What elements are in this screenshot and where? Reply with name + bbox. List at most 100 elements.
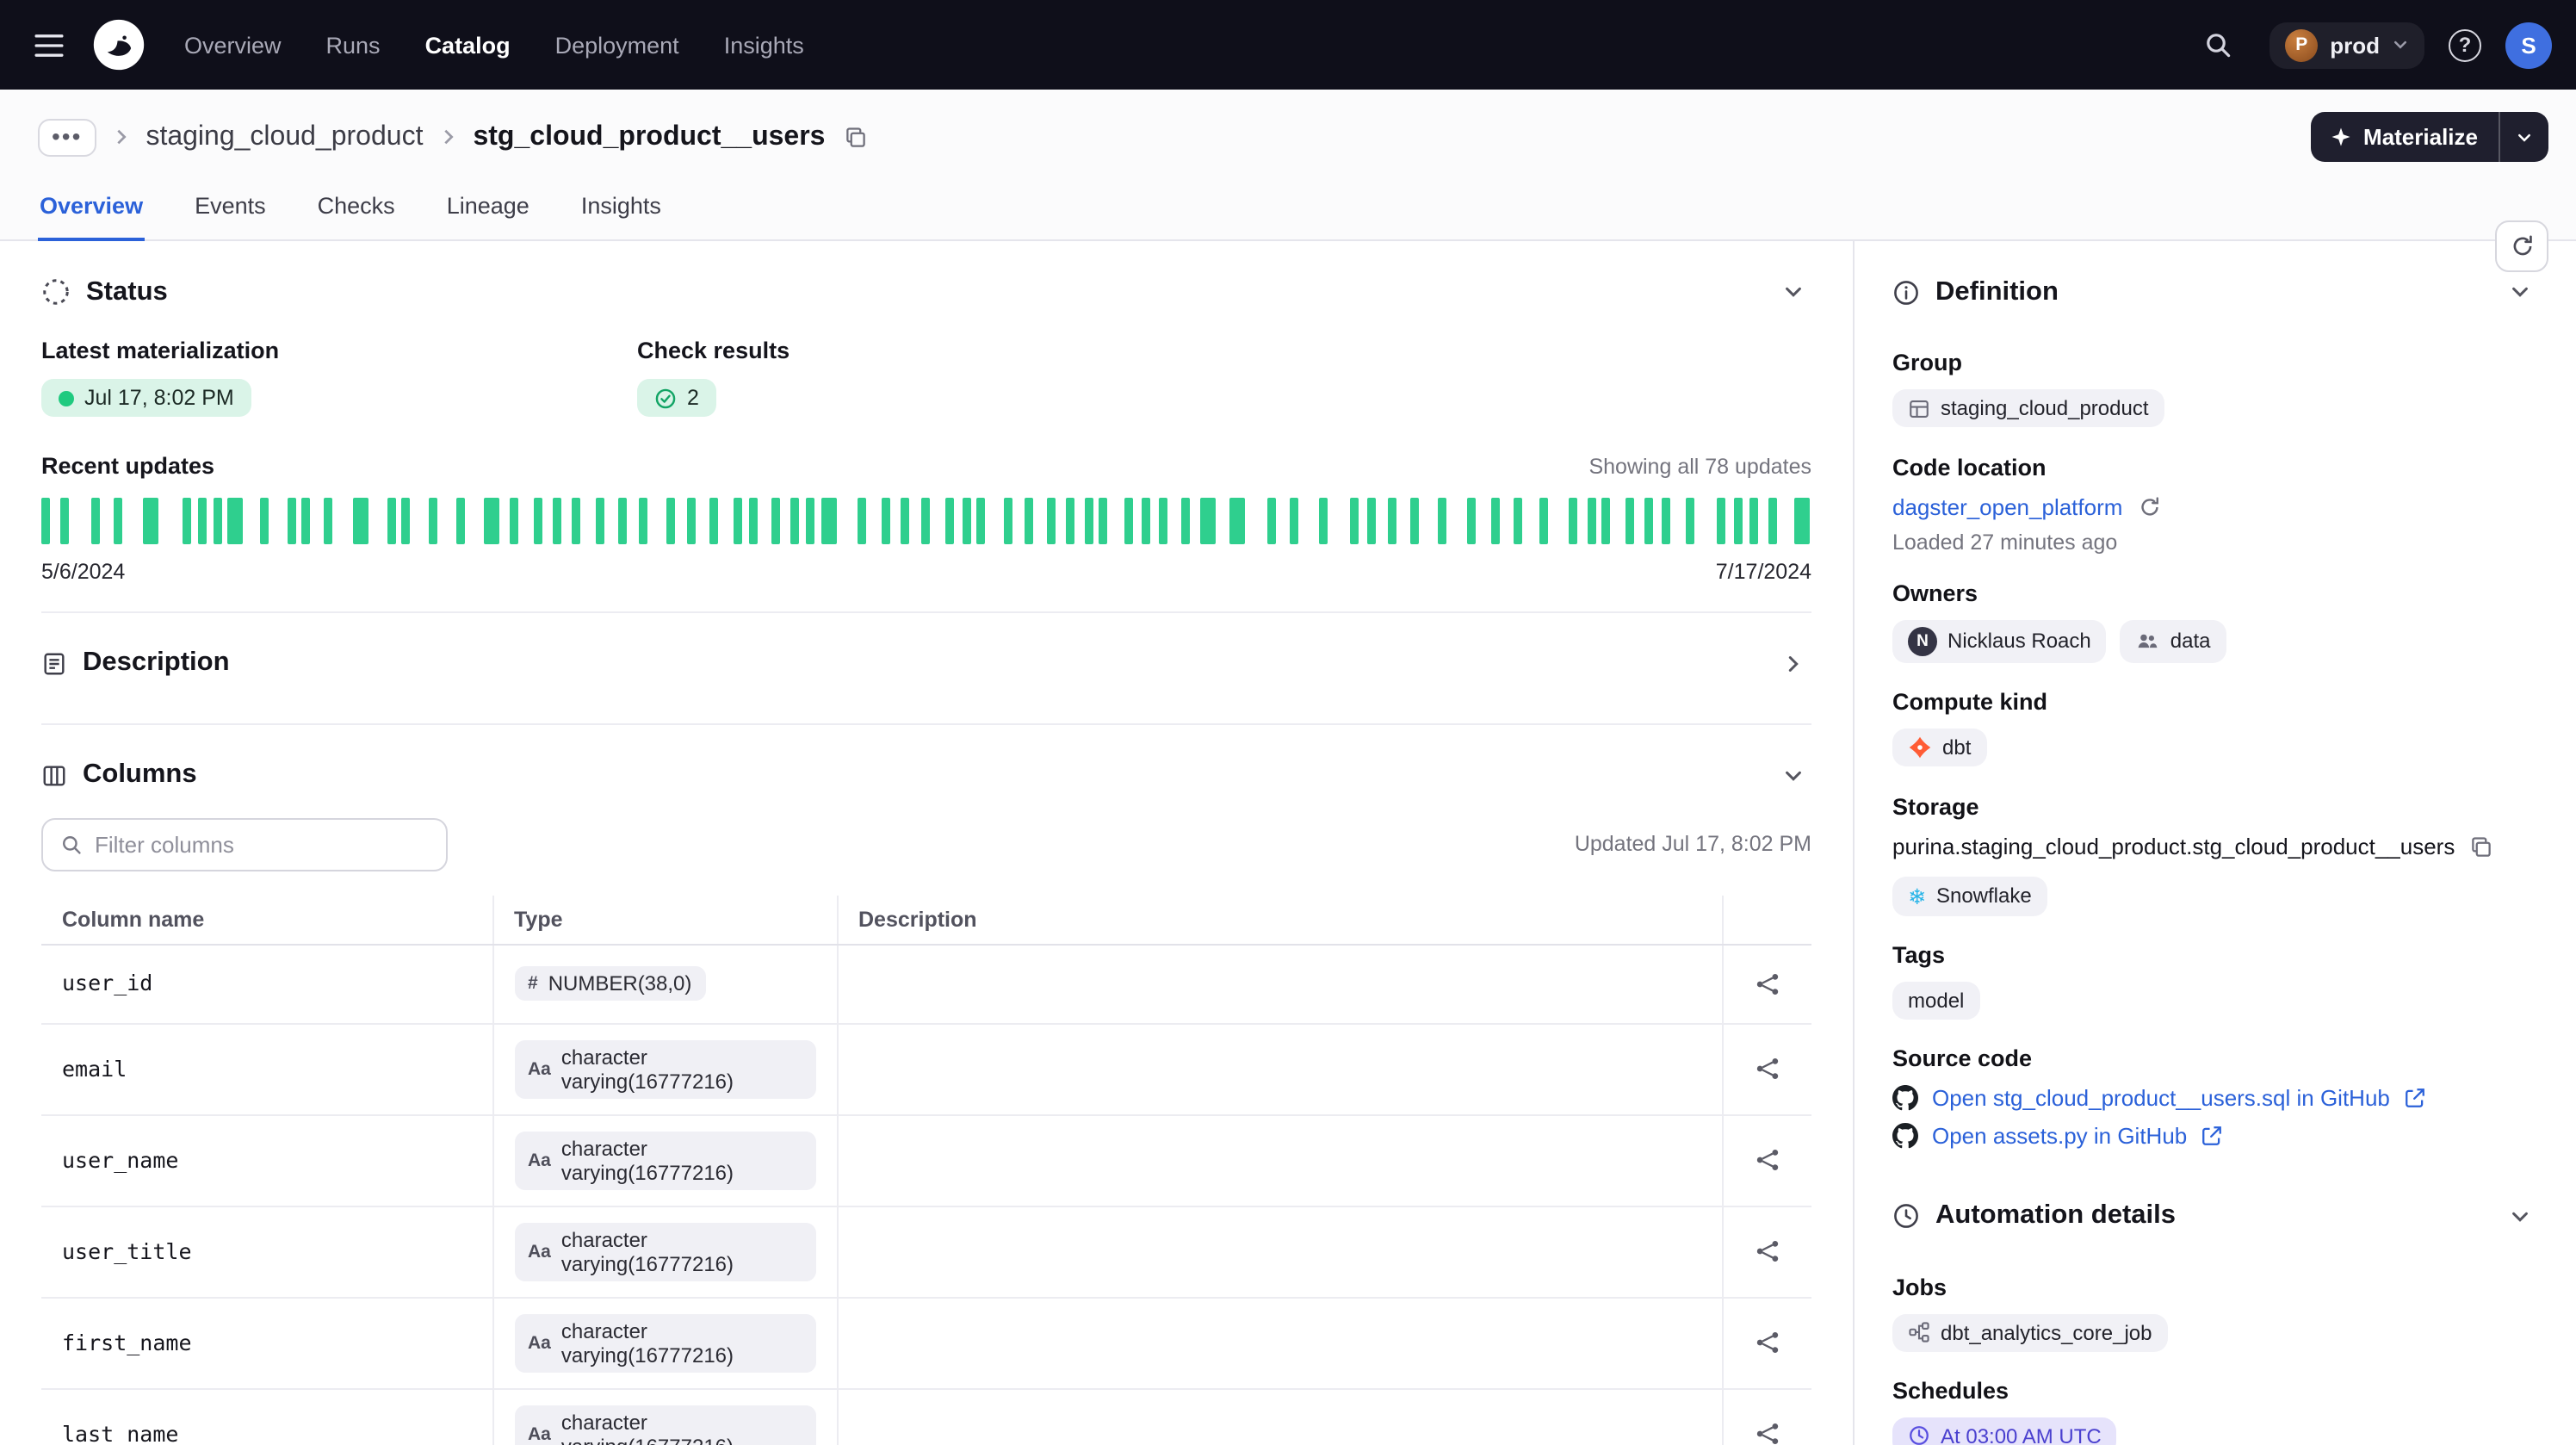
update-tick[interactable] <box>456 497 465 543</box>
update-tick[interactable] <box>596 497 604 543</box>
update-tick[interactable] <box>60 497 69 543</box>
update-tick[interactable] <box>963 497 971 543</box>
update-tick[interactable] <box>1438 497 1446 543</box>
update-tick[interactable] <box>1601 497 1610 543</box>
copy-asset-name-button[interactable] <box>840 121 871 152</box>
filter-columns-input[interactable] <box>95 831 429 857</box>
update-tick[interactable] <box>1389 497 1397 543</box>
latest-materialization-badge[interactable]: Jul 17, 8:02 PM <box>41 379 251 417</box>
update-tick[interactable] <box>734 497 742 543</box>
update-tick[interactable] <box>822 497 838 543</box>
schedule-badge[interactable]: At 03:00 AM UTC <box>1892 1417 2117 1445</box>
column-lineage-button[interactable] <box>1744 960 1791 1007</box>
update-tick[interactable] <box>573 497 581 543</box>
update-tick[interactable] <box>554 497 562 543</box>
check-results-badge[interactable]: 2 <box>637 379 716 417</box>
search-button[interactable] <box>2190 17 2245 72</box>
description-expand-chevron[interactable] <box>1775 645 1811 681</box>
update-tick[interactable] <box>805 497 814 543</box>
update-tick[interactable] <box>1626 497 1635 543</box>
update-tick[interactable] <box>1514 497 1522 543</box>
update-tick[interactable] <box>710 497 719 543</box>
update-tick[interactable] <box>1004 497 1012 543</box>
update-tick[interactable] <box>771 497 780 543</box>
update-tick[interactable] <box>1229 497 1244 543</box>
nav-item-deployment[interactable]: Deployment <box>555 32 679 58</box>
update-tick[interactable] <box>1181 497 1190 543</box>
materialize-button[interactable]: Materialize <box>2310 112 2499 162</box>
code-location-link[interactable]: dagster_open_platform <box>1892 493 2122 519</box>
update-tick[interactable] <box>1047 497 1056 543</box>
tab-lineage[interactable]: Lineage <box>445 177 531 241</box>
materialize-options-button[interactable] <box>2499 112 2548 162</box>
update-tick[interactable] <box>324 497 332 543</box>
update-tick[interactable] <box>1795 497 1811 543</box>
copy-storage-button[interactable] <box>2467 833 2494 860</box>
column-lineage-button[interactable] <box>1744 1045 1791 1092</box>
update-tick[interactable] <box>749 497 758 543</box>
update-tick[interactable] <box>686 497 695 543</box>
update-tick[interactable] <box>535 497 543 543</box>
update-tick[interactable] <box>114 497 122 543</box>
update-tick[interactable] <box>638 497 647 543</box>
update-tick[interactable] <box>1025 497 1033 543</box>
tab-checks[interactable]: Checks <box>316 177 397 241</box>
hamburger-menu-button[interactable] <box>21 20 77 70</box>
tab-events[interactable]: Events <box>193 177 268 241</box>
breadcrumb-group[interactable]: staging_cloud_product <box>146 121 423 152</box>
update-tick[interactable] <box>1368 497 1377 543</box>
update-tick[interactable] <box>1663 497 1671 543</box>
update-tick[interactable] <box>353 497 368 543</box>
update-tick[interactable] <box>946 497 955 543</box>
update-tick[interactable] <box>1540 497 1549 543</box>
update-tick[interactable] <box>1291 497 1299 543</box>
update-tick[interactable] <box>510 497 518 543</box>
update-tick[interactable] <box>1320 497 1328 543</box>
update-tick[interactable] <box>259 497 268 543</box>
update-tick[interactable] <box>199 497 207 543</box>
update-tick[interactable] <box>617 497 626 543</box>
update-tick[interactable] <box>666 497 675 543</box>
update-tick[interactable] <box>1717 497 1725 543</box>
storage-kind-badge[interactable]: ❄ Snowflake <box>1892 876 2047 915</box>
reload-code-location-button[interactable] <box>2136 493 2162 519</box>
update-tick[interactable] <box>858 497 866 543</box>
columns-collapse-chevron[interactable] <box>1775 757 1811 793</box>
update-tick[interactable] <box>1569 497 1577 543</box>
update-tick[interactable] <box>1587 497 1595 543</box>
update-tick[interactable] <box>213 497 221 543</box>
tab-insights[interactable]: Insights <box>579 177 663 241</box>
update-tick[interactable] <box>302 497 311 543</box>
dagster-logo[interactable] <box>91 17 146 72</box>
tag-badge[interactable]: model <box>1892 981 1979 1019</box>
update-tick[interactable] <box>1351 497 1359 543</box>
status-collapse-chevron[interactable] <box>1775 274 1811 310</box>
job-badge[interactable]: dbt_analytics_core_job <box>1892 1313 2168 1351</box>
update-tick[interactable] <box>402 497 411 543</box>
nav-item-runs[interactable]: Runs <box>326 32 381 58</box>
column-lineage-button[interactable] <box>1744 1411 1791 1445</box>
update-tick[interactable] <box>227 497 243 543</box>
update-tick[interactable] <box>1769 497 1778 543</box>
update-tick[interactable] <box>144 497 159 543</box>
column-lineage-button[interactable] <box>1744 1228 1791 1274</box>
breadcrumb-overflow-button[interactable]: ••• <box>38 118 96 156</box>
deployment-switcher[interactable]: P prod <box>2269 22 2424 68</box>
owner-user-badge[interactable]: NNicklaus Roach <box>1892 619 2107 662</box>
refresh-button[interactable] <box>2495 220 2548 272</box>
update-tick[interactable] <box>1411 497 1420 543</box>
source-code-link[interactable]: Open assets.py in GitHub <box>1932 1122 2187 1148</box>
update-tick[interactable] <box>182 497 190 543</box>
update-tick[interactable] <box>1749 497 1758 543</box>
nav-item-catalog[interactable]: Catalog <box>425 32 511 58</box>
update-tick[interactable] <box>1099 497 1107 543</box>
update-tick[interactable] <box>1468 497 1477 543</box>
nav-item-insights[interactable]: Insights <box>724 32 804 58</box>
update-tick[interactable] <box>1266 497 1275 543</box>
update-tick[interactable] <box>1492 497 1501 543</box>
help-button[interactable]: ? <box>2449 28 2481 61</box>
update-tick[interactable] <box>790 497 799 543</box>
compute-kind-badge[interactable]: dbt <box>1892 728 1986 766</box>
owner-team-badge[interactable]: data <box>2121 619 2226 662</box>
nav-item-overview[interactable]: Overview <box>184 32 282 58</box>
